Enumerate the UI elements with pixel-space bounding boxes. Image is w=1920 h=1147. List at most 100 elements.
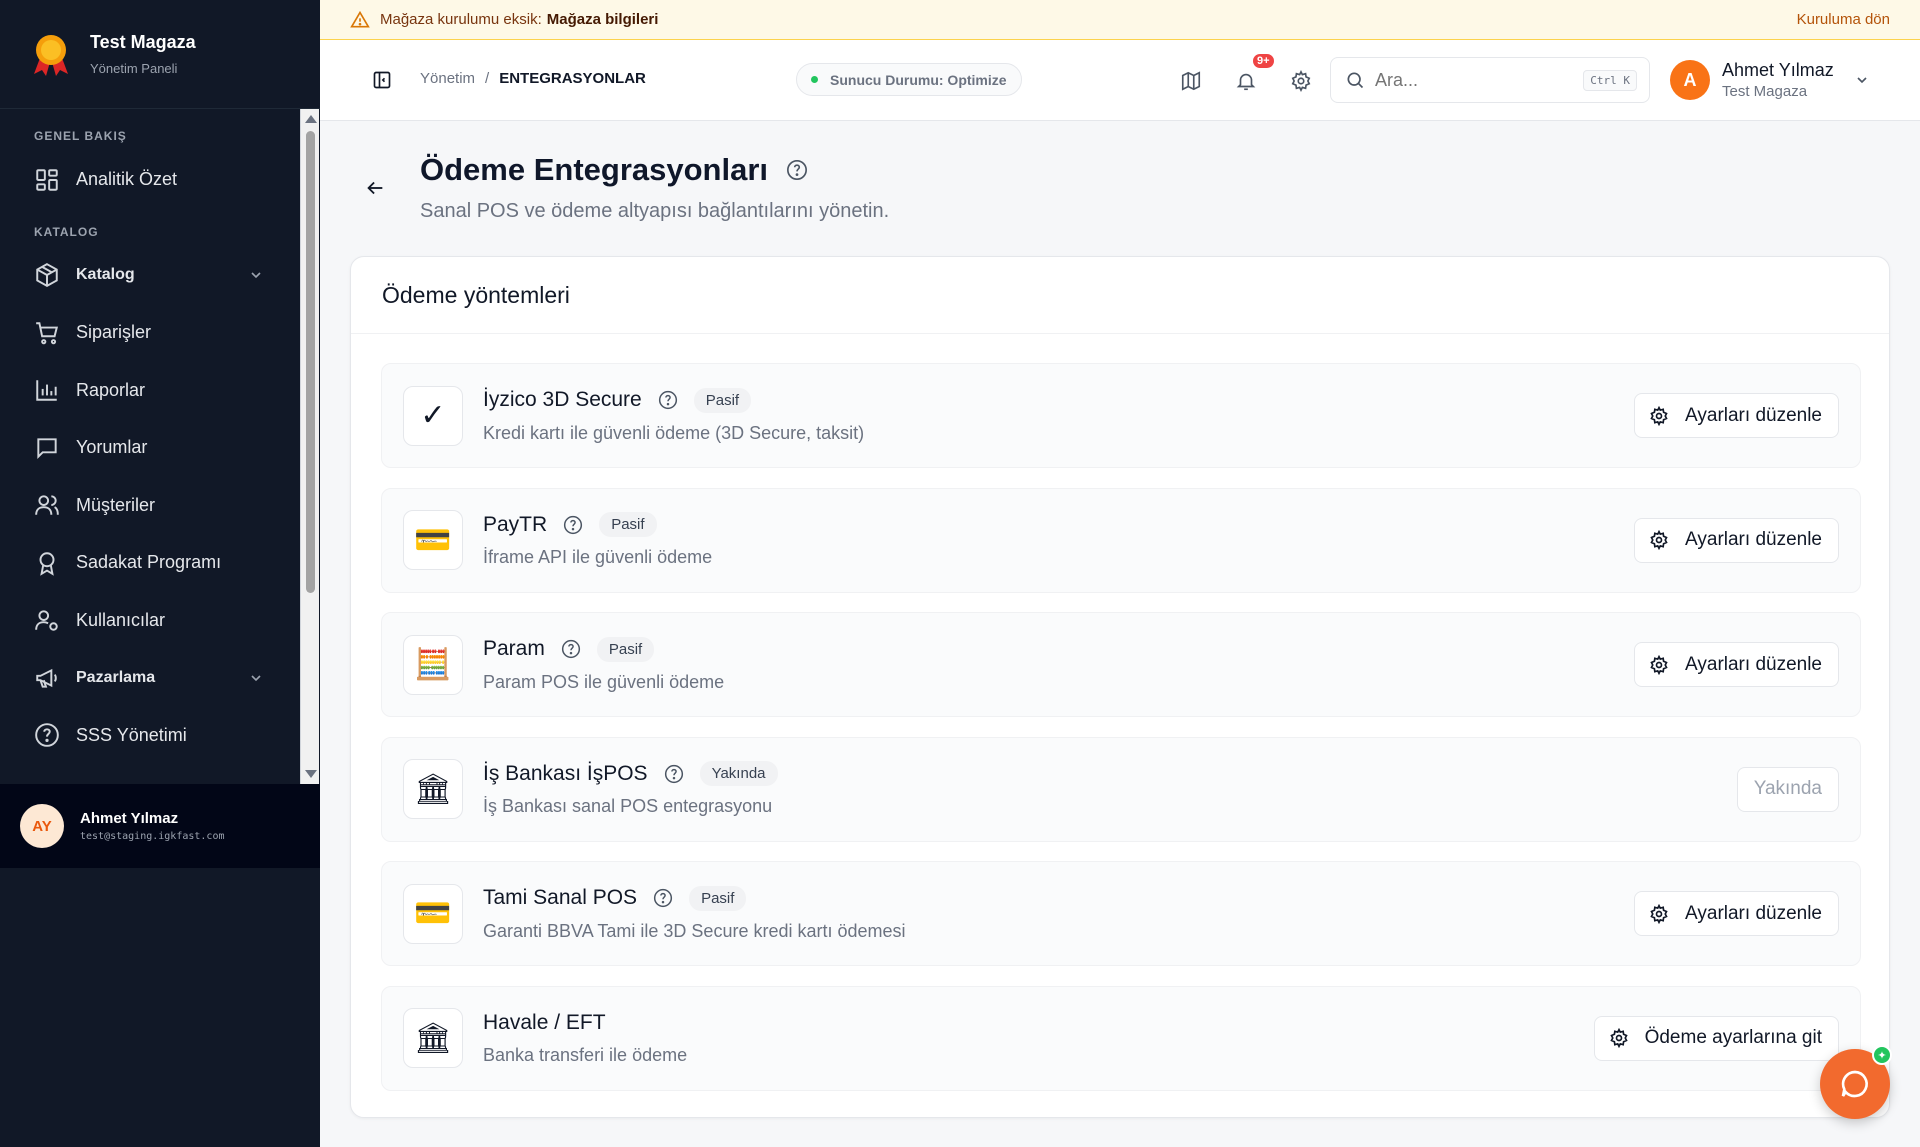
chevron-down-icon[interactable] (248, 267, 264, 283)
edit-settings-button[interactable]: Ayarları düzenle (1634, 517, 1839, 563)
chevron-down-icon[interactable] (248, 670, 264, 686)
page-subtitle: Sanal POS ve ödeme altyapısı bağlantılar… (420, 200, 890, 222)
payment-method-row: 💳 PayTR Pasif İframe API ile güvenli ödeme A… (381, 487, 1861, 593)
gear-icon[interactable] (1290, 70, 1312, 92)
sidebar-item-catalog[interactable]: Katalog (0, 247, 300, 305)
edit-settings-button[interactable]: Ayarları düzenle (1634, 891, 1839, 937)
sidebar-item-loyalty[interactable]: Sadakat Programı (0, 534, 300, 592)
payment-method-row: 🏛 İş Bankası İşPOS Yakında İş Bankası sanal… (381, 736, 1861, 842)
top-header: Yönetim / ENTEGRASYONLAR Sunucu Durumu: … (320, 40, 1920, 121)
help-circle-icon[interactable] (563, 515, 583, 535)
bell-icon[interactable] (1235, 70, 1257, 92)
sidebar-user-profile[interactable]: AY Ahmet Yılmaz test@staging.igkfast.com (0, 784, 320, 868)
provider-logo: 💳 (403, 510, 463, 571)
payment-methods-list: ✓ İyzico 3D Secure Pasif Kredi kartı ile gü… (381, 363, 1861, 1111)
sidebar-item-faq[interactable]: SSS Yönetimi (0, 707, 300, 765)
server-status-text: Sunucu Durumu: Optimize (830, 71, 1007, 88)
sidebar-scrollbar[interactable] (300, 109, 319, 784)
status-badge: Yakında (699, 761, 778, 787)
warning-triangle-icon (350, 10, 370, 27)
search-box[interactable]: Ctrl K (1330, 57, 1650, 103)
sidebar-item-analytics[interactable]: Analitik Özet (0, 151, 300, 209)
breadcrumb-separator: / (485, 70, 490, 87)
sidebar-item-label: Pazarlama (76, 668, 156, 686)
scroll-down-arrow[interactable] (305, 770, 317, 778)
search-input[interactable] (1375, 69, 1565, 91)
button-label: Ödeme ayarlarına git (1644, 1027, 1822, 1049)
breadcrumb: Yönetim / ENTEGRASYONLAR (420, 70, 646, 87)
payment-method-row: 💳 Tami Sanal POS Pasif Garanti BBVA Tami il… (381, 861, 1861, 967)
provider-description: Banka transferi ile ödeme (483, 1044, 688, 1065)
button-label: Ayarları düzenle (1685, 529, 1822, 551)
button-label: Ayarları düzenle (1685, 404, 1822, 426)
help-circle-icon[interactable] (786, 159, 808, 181)
help-circle-icon[interactable] (561, 639, 581, 659)
help-circle-icon[interactable] (664, 764, 684, 784)
provider-logo: 💳 (403, 883, 463, 944)
payment-methods-card: Ödeme yöntemleri ✓ İyzico 3D Secure Pasif K… (350, 256, 1890, 1118)
sidebar-toggle-icon[interactable] (372, 70, 392, 90)
return-to-setup-link[interactable]: Kuruluma dön (1797, 11, 1890, 28)
sidebar-item-customers[interactable]: Müşteriler (0, 477, 300, 535)
gear-icon (1650, 530, 1668, 551)
provider-description: Garanti BBVA Tami ile 3D Secure kredi ka… (483, 920, 906, 941)
sidebar-item-users[interactable]: Kullanıcılar (0, 592, 300, 650)
nav-section-overview: GENEL BAKIŞ (34, 129, 127, 143)
user-store: Test Magaza (1722, 83, 1808, 100)
payment-method-row: 🧮 Param Pasif Param POS ile güvenli ödeme Ay… (381, 612, 1861, 718)
megaphone-icon (36, 668, 57, 688)
server-status-pill: Sunucu Durumu: Optimize (796, 63, 1022, 96)
users-icon (35, 495, 59, 516)
brand[interactable]: Test Magaza Yönetim Paneli (0, 0, 320, 109)
chevron-down-icon[interactable] (1854, 72, 1870, 88)
button-label: Ayarları düzenle (1685, 653, 1822, 675)
help-circle-icon[interactable] (658, 390, 678, 410)
status-badge: Pasif (693, 387, 752, 413)
sidebar-item-label: Sadakat Programı (76, 552, 222, 573)
gear-icon (1609, 1028, 1628, 1049)
breadcrumb-current: ENTEGRASYONLAR (499, 70, 646, 87)
page-title: Ödeme Entegrasyonları (420, 152, 808, 188)
award-medal-icon (34, 35, 68, 76)
payment-method-row: 🏛 Havale / EFT Banka transferi ile ödeme Öd… (381, 985, 1861, 1091)
dashboard-grid-icon (36, 169, 58, 191)
provider-name: İş Bankası İşPOS (483, 761, 648, 785)
provider-name: Havale / EFT (483, 1010, 606, 1034)
sidebar-item-label: Raporlar (76, 379, 146, 400)
breadcrumb-parent[interactable]: Yönetim (420, 70, 475, 87)
sidebar-item-reports[interactable]: Raporlar (0, 362, 300, 420)
edit-settings-button[interactable]: Ödeme ayarlarına git (1593, 1015, 1839, 1061)
coming-soon-button: Yakında (1736, 766, 1839, 812)
map-icon[interactable] (1180, 70, 1202, 92)
brand-title: Test Magaza (90, 32, 196, 52)
sidebar-item-label: Siparişler (76, 322, 152, 343)
sidebar-item-orders[interactable]: Siparişler (0, 304, 300, 362)
status-badge: Pasif (689, 885, 747, 911)
brand-subtitle: Yönetim Paneli (90, 61, 178, 76)
sidebar-user-email: test@staging.igkfast.com (80, 831, 225, 842)
help-circle-icon[interactable] (653, 888, 673, 908)
provider-description: Param POS ile güvenli ödeme (483, 671, 725, 692)
provider-name: Tami Sanal POS (483, 886, 638, 910)
chat-bubble-icon (37, 438, 57, 459)
sidebar-item-marketing[interactable]: Pazarlama (0, 649, 300, 707)
sidebar-user-name: Ahmet Yılmaz (80, 810, 179, 827)
sparkle-icon: ✦ (1872, 1045, 1892, 1065)
edit-settings-button[interactable]: Ayarları düzenle (1634, 642, 1839, 688)
help-circle-icon (35, 723, 59, 748)
scroll-thumb[interactable] (306, 131, 315, 593)
page-title-text: Ödeme Entegrasyonları (420, 152, 769, 187)
search-shortcut: Ctrl K (1583, 69, 1637, 91)
avatar: AY (20, 804, 64, 848)
avatar: A (1670, 60, 1710, 100)
search-icon (1347, 72, 1364, 89)
user-menu[interactable]: A Ahmet Yılmaz Test Magaza (1670, 60, 1870, 100)
banner-message: Mağaza kurulumu eksik: (380, 11, 542, 28)
scroll-up-arrow[interactable] (305, 115, 317, 123)
banner-highlight: Mağaza bilgileri (546, 11, 659, 28)
edit-settings-button[interactable]: Ayarları düzenle (1634, 393, 1839, 438)
sidebar-item-label: SSS Yönetimi (76, 724, 187, 745)
sidebar-item-reviews[interactable]: Yorumlar (0, 419, 300, 477)
shopping-cart-icon (36, 322, 58, 345)
back-arrow-icon[interactable] (364, 177, 386, 199)
